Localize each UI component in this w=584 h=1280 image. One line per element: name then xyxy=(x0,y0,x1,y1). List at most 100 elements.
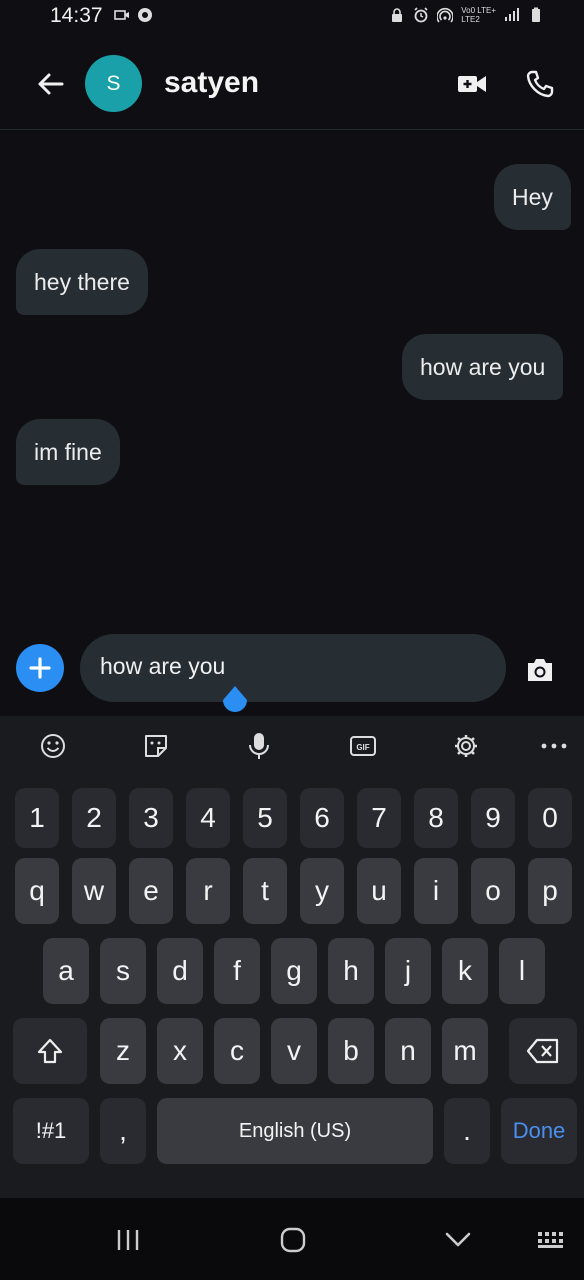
settings-gear-icon xyxy=(455,735,477,757)
key-6[interactable]: 6 xyxy=(300,788,344,848)
key-q[interactable]: q xyxy=(15,858,59,924)
key-1[interactable]: 1 xyxy=(15,788,59,848)
avatar[interactable]: S xyxy=(85,55,142,112)
keyboard-icon xyxy=(538,1232,563,1248)
signal-icon xyxy=(505,8,519,21)
emoji-icon xyxy=(41,734,65,758)
camera-icon xyxy=(528,659,552,681)
home-icon xyxy=(280,1227,306,1253)
text-cursor-handle[interactable] xyxy=(220,684,250,716)
emoji-button[interactable] xyxy=(35,728,71,764)
key-8[interactable]: 8 xyxy=(414,788,458,848)
sticker-button[interactable] xyxy=(138,728,174,764)
message-bubble-outgoing[interactable]: Hey xyxy=(494,164,571,230)
message-input[interactable]: how are you xyxy=(80,634,506,702)
add-attachment-button[interactable] xyxy=(16,644,64,692)
key-j[interactable]: j xyxy=(385,938,431,1004)
voice-call-button[interactable] xyxy=(520,64,560,104)
recent-apps-icon xyxy=(117,1230,139,1250)
key-c[interactable]: c xyxy=(214,1018,260,1084)
status-time: 14:37 xyxy=(50,4,103,27)
sticker-icon xyxy=(145,735,167,757)
mic-icon xyxy=(249,733,269,759)
key-w[interactable]: w xyxy=(72,858,116,924)
shift-icon xyxy=(37,1038,63,1064)
back-arrow-icon xyxy=(38,73,64,95)
home-button[interactable] xyxy=(273,1222,313,1258)
keyboard-switch-button[interactable] xyxy=(531,1222,571,1258)
composer: how are you xyxy=(0,632,584,704)
key-g[interactable]: g xyxy=(271,938,317,1004)
key-b[interactable]: b xyxy=(328,1018,374,1084)
period-key[interactable]: . xyxy=(444,1098,490,1164)
key-o[interactable]: o xyxy=(471,858,515,924)
hotspot-icon xyxy=(437,7,454,23)
key-r[interactable]: r xyxy=(186,858,230,924)
key-y[interactable]: y xyxy=(300,858,344,924)
backspace-icon xyxy=(526,1038,559,1064)
video-call-button[interactable] xyxy=(452,64,492,104)
key-z[interactable]: z xyxy=(100,1018,146,1084)
keyboard: GIF 1 2 3 4 5 6 7 8 9 0 q w e r t y u i … xyxy=(0,716,584,1198)
space-bar[interactable]: English (US) xyxy=(157,1098,433,1164)
chevron-down-icon xyxy=(445,1232,471,1247)
key-x[interactable]: x xyxy=(157,1018,203,1084)
camera-button[interactable] xyxy=(520,650,560,690)
key-e[interactable]: e xyxy=(129,858,173,924)
contact-name[interactable]: satyen xyxy=(164,66,259,100)
keyboard-settings-button[interactable] xyxy=(448,728,484,764)
gif-button[interactable]: GIF xyxy=(345,728,381,764)
voice-input-button[interactable] xyxy=(241,728,277,764)
comma-key[interactable]: , xyxy=(100,1098,146,1164)
video-camera-icon xyxy=(458,76,486,92)
messenger-notification-icon xyxy=(138,8,152,22)
plus-icon xyxy=(29,657,51,679)
message-bubble-outgoing[interactable]: how are you xyxy=(402,334,564,400)
symbols-key[interactable]: !#1 xyxy=(13,1098,89,1164)
keyboard-toolbar: GIF xyxy=(0,716,584,776)
key-k[interactable]: k xyxy=(442,938,488,1004)
more-options-button[interactable] xyxy=(536,728,572,764)
key-7[interactable]: 7 xyxy=(357,788,401,848)
done-key[interactable]: Done xyxy=(501,1098,577,1164)
system-navigation-bar xyxy=(0,1198,584,1280)
key-u[interactable]: u xyxy=(357,858,401,924)
key-d[interactable]: d xyxy=(157,938,203,1004)
key-5[interactable]: 5 xyxy=(243,788,287,848)
key-4[interactable]: 4 xyxy=(186,788,230,848)
battery-icon xyxy=(532,7,540,22)
key-0[interactable]: 0 xyxy=(528,788,572,848)
gif-icon: GIF xyxy=(350,736,376,756)
conversation-header: S satyen xyxy=(0,40,584,130)
more-icon xyxy=(541,743,567,749)
key-l[interactable]: l xyxy=(499,938,545,1004)
message-bubble-incoming[interactable]: hey there xyxy=(16,249,148,315)
key-9[interactable]: 9 xyxy=(471,788,515,848)
avatar-letter: S xyxy=(106,71,121,95)
phone-icon xyxy=(526,70,554,98)
status-bar: 14:37 Vo0 LTE+ LTE2 xyxy=(0,0,584,32)
hide-keyboard-button[interactable] xyxy=(438,1222,478,1258)
key-i[interactable]: i xyxy=(414,858,458,924)
key-p[interactable]: p xyxy=(528,858,572,924)
message-input-value: how are you xyxy=(100,653,226,679)
message-bubble-incoming[interactable]: im fine xyxy=(16,419,120,485)
recent-apps-button[interactable] xyxy=(108,1222,148,1258)
backspace-key[interactable] xyxy=(509,1018,577,1084)
key-f[interactable]: f xyxy=(214,938,260,1004)
back-button[interactable] xyxy=(30,64,70,104)
key-s[interactable]: s xyxy=(100,938,146,1004)
key-m[interactable]: m xyxy=(442,1018,488,1084)
key-n[interactable]: n xyxy=(385,1018,431,1084)
key-v[interactable]: v xyxy=(271,1018,317,1084)
video-record-icon xyxy=(114,10,129,20)
key-t[interactable]: t xyxy=(243,858,287,924)
shift-key[interactable] xyxy=(13,1018,87,1084)
key-a[interactable]: a xyxy=(43,938,89,1004)
lock-icon xyxy=(392,8,403,22)
alarm-icon xyxy=(414,7,428,23)
key-h[interactable]: h xyxy=(328,938,374,1004)
key-2[interactable]: 2 xyxy=(72,788,116,848)
network-type: Vo0 LTE+ LTE2 xyxy=(461,6,496,24)
key-3[interactable]: 3 xyxy=(129,788,173,848)
